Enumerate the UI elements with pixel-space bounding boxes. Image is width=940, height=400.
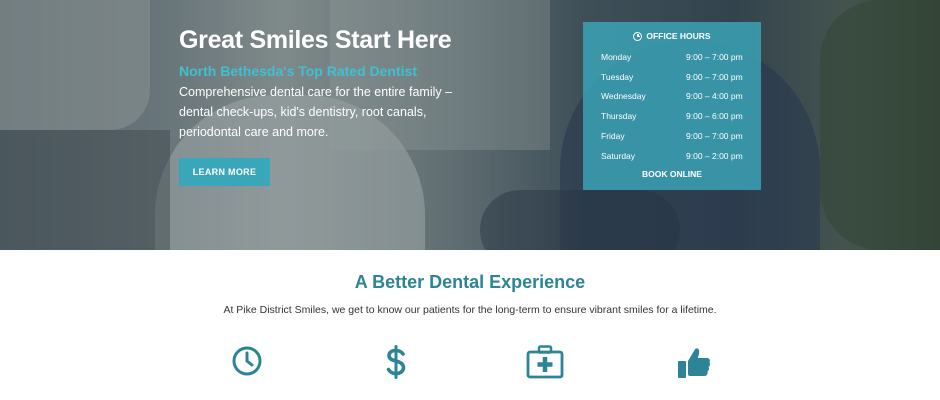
- hours-row: Thursday 9:00 – 6:00 pm: [601, 111, 746, 121]
- hours-time: 9:00 – 4:00 pm: [686, 91, 743, 101]
- hours-day: Tuesday: [601, 72, 634, 82]
- hours-time: 9:00 – 7:00 pm: [686, 52, 743, 62]
- hours-day: Saturday: [601, 151, 636, 161]
- learn-more-button[interactable]: LEARN MORE: [179, 158, 270, 186]
- hours-day: Friday: [601, 131, 625, 141]
- hours-day: Thursday: [601, 111, 637, 121]
- hours-row: Friday 9:00 – 7:00 pm: [601, 131, 746, 141]
- feature-convenient[interactable]: [197, 345, 297, 400]
- book-online-link[interactable]: BOOK ONLINE: [583, 169, 761, 179]
- hours-row: Tuesday 9:00 – 7:00 pm: [601, 72, 746, 82]
- medical-kit-icon: [526, 345, 564, 379]
- feature-insurance[interactable]: [495, 345, 595, 400]
- hours-time: 9:00 – 6:00 pm: [686, 111, 743, 121]
- thumbs-up-icon: [678, 348, 711, 378]
- hero-description: Comprehensive dental care for the entire…: [179, 85, 453, 139]
- hours-row: Monday 9:00 – 7:00 pm: [601, 52, 746, 62]
- hero-subtitle: North Bethesda's Top Rated Dentist: [179, 63, 417, 79]
- office-hours-title: OFFICE HOURS: [646, 31, 711, 41]
- section-text: At Pike District Smiles, we get to know …: [223, 304, 717, 316]
- clock-icon: [633, 31, 643, 41]
- hours-day: Monday: [601, 52, 632, 62]
- hours-time: 9:00 – 2:00 pm: [686, 151, 743, 161]
- hours-time: 9:00 – 7:00 pm: [686, 72, 743, 82]
- feature-no-insurance[interactable]: [644, 345, 744, 400]
- hero-title: Great Smiles Start Here: [179, 26, 452, 54]
- hours-time: 9:00 – 7:00 pm: [686, 131, 743, 141]
- section-title: A Better Dental Experience: [354, 272, 586, 292]
- hours-row: Wednesday 9:00 – 4:00 pm: [601, 91, 746, 101]
- clock-icon: [232, 346, 262, 376]
- hero-banner: Great Smiles Start Here North Bethesda's…: [0, 0, 940, 250]
- dollar-icon: [386, 345, 406, 379]
- office-hours-header: OFFICE HOURS: [583, 31, 761, 41]
- hours-row: Saturday 9:00 – 2:00 pm: [601, 151, 746, 161]
- hours-day: Wednesday: [601, 91, 646, 101]
- office-hours-panel: OFFICE HOURS Monday 9:00 – 7:00 pm Tuesd…: [583, 22, 761, 190]
- feature-affordable[interactable]: [346, 345, 446, 400]
